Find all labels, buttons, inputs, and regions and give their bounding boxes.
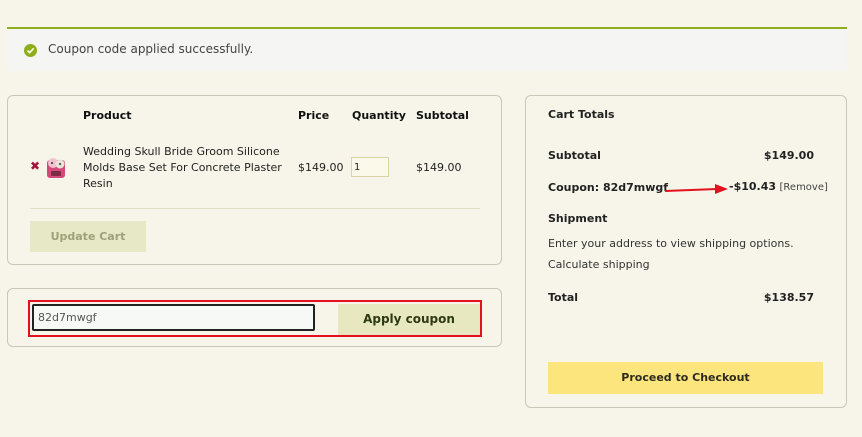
- shipment-text: Enter your address to view shipping opti…: [548, 237, 794, 250]
- cart-table: Product Price Quantity Subtotal ✖ Weddin…: [7, 95, 502, 265]
- row-divider: [30, 208, 480, 209]
- annotation-arrow-icon: [665, 184, 728, 194]
- cart-totals: Cart Totals Subtotal $149.00 Coupon: 82d…: [525, 95, 847, 408]
- header-price: Price: [298, 109, 330, 122]
- subtotal-label: Subtotal: [548, 149, 601, 162]
- coupon-label: Coupon: 82d7mwgf: [548, 181, 669, 194]
- product-name-link[interactable]: Wedding Skull Bride Groom Silicone Molds…: [83, 144, 288, 192]
- coupon-discount: -$10.43 [Remove]: [729, 180, 828, 193]
- notice-message: Coupon code applied successfully.: [48, 42, 254, 56]
- calculate-shipping-link[interactable]: Calculate shipping: [548, 258, 650, 271]
- cart-totals-title: Cart Totals: [548, 108, 615, 121]
- header-subtotal: Subtotal: [416, 109, 469, 122]
- check-circle-icon: [24, 44, 37, 57]
- coupon-section: Apply coupon: [7, 288, 502, 347]
- product-subtotal: $149.00: [416, 161, 462, 174]
- coupon-amount: -$10.43: [729, 180, 777, 193]
- total-value: $138.57: [763, 291, 814, 304]
- proceed-to-checkout-button[interactable]: Proceed to Checkout: [548, 362, 823, 394]
- success-notice: Coupon code applied successfully.: [7, 27, 847, 71]
- total-label: Total: [548, 291, 579, 304]
- quantity-input[interactable]: [351, 157, 389, 177]
- remove-coupon-link[interactable]: [Remove]: [780, 182, 828, 193]
- header-product: Product: [83, 109, 132, 122]
- product-price: $149.00: [298, 161, 344, 174]
- remove-item-icon[interactable]: ✖: [30, 159, 40, 173]
- apply-coupon-button[interactable]: Apply coupon: [338, 304, 480, 335]
- shipment-label: Shipment: [548, 212, 608, 225]
- subtotal-value: $149.00: [763, 149, 814, 162]
- product-thumbnail[interactable]: [45, 154, 67, 180]
- coupon-highlight: Apply coupon: [28, 300, 482, 337]
- update-cart-button[interactable]: Update Cart: [30, 221, 146, 252]
- coupon-code-input[interactable]: [32, 304, 315, 331]
- header-quantity: Quantity: [352, 109, 406, 122]
